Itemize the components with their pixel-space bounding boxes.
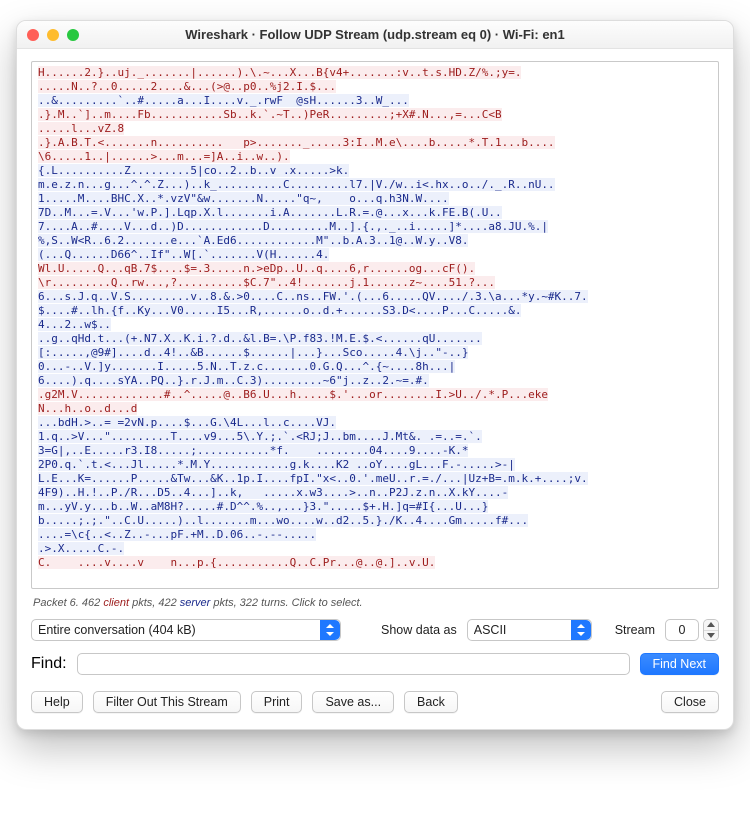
find-next-button[interactable]: Find Next (640, 653, 720, 675)
stream-line[interactable]: m...yV.y...b..W..aM8H?.....#.D^^.%..,...… (38, 500, 488, 513)
show-as-label: Show data as (381, 623, 457, 637)
stream-line[interactable]: .}.A.B.T.<.......n.......... p>......._.… (38, 136, 555, 149)
zoom-icon[interactable] (67, 29, 79, 41)
stream-line[interactable]: b.....;.;."..C.U.....)..l.......m...wo..… (38, 514, 528, 527)
conversation-select-input[interactable]: Entire conversation (404 kB) (31, 619, 341, 641)
status-line: Packet 6. 462 client pkts, 422 server pk… (33, 597, 717, 609)
stream-line[interactable]: 0...-..V.]y.......I.....5.N..T.z.c......… (38, 360, 455, 373)
conversation-select[interactable]: Entire conversation (404 kB) (31, 619, 341, 641)
stream-line[interactable]: 1.q..>V...".........T....v9...5\.Y.;.`.<… (38, 430, 482, 443)
status-mid1: pkts, 422 (129, 597, 180, 609)
stream-line[interactable]: Wl.U.....Q...qB.7$....$=.3.....n.>eDp..U… (38, 262, 475, 275)
stream-value-input[interactable] (665, 619, 699, 641)
find-label: Find: (31, 655, 67, 673)
stream-line[interactable]: {.L..........Z.........5|co..2..b..v .x.… (38, 164, 349, 177)
stream-line[interactable]: ....=\c{..<..Z..-...pF.+M..D.06..-.--...… (38, 528, 316, 541)
show-as-select[interactable]: ASCII (467, 619, 592, 641)
status-client-word: client (103, 597, 129, 609)
status-suffix: pkts, 322 turns. Click to select. (210, 597, 362, 609)
stream-line[interactable]: .....N..?..0.....2....&...(>@..p0..%j2.I… (38, 80, 336, 93)
stream-line[interactable]: 1.....M....BHC.X..*.vzV"&w.......N....."… (38, 192, 449, 205)
back-button[interactable]: Back (404, 691, 458, 713)
filter-out-button[interactable]: Filter Out This Stream (93, 691, 241, 713)
titlebar: Wireshark · Follow UDP Stream (udp.strea… (17, 21, 733, 49)
stream-label: Stream (615, 623, 655, 637)
show-as-select-input[interactable]: ASCII (467, 619, 592, 641)
stream-line[interactable]: ..&.........`..#.....a...I....v._.rwF @s… (38, 94, 409, 107)
stream-line[interactable]: 4...2..w$.. (38, 318, 111, 331)
stream-spin (703, 619, 719, 641)
stream-line[interactable]: 7....A..#....V...d..)D............D.....… (38, 220, 548, 233)
print-button[interactable]: Print (251, 691, 303, 713)
options-row: Entire conversation (404 kB) Show data a… (31, 619, 719, 641)
stream-line[interactable]: 6...s.J.q..V.S.........v..8.&.>0....C..n… (38, 290, 588, 303)
stream-line[interactable]: $....#..lh.{f..Ky...V0.....I5...R,......… (38, 304, 521, 317)
stream-line[interactable]: ..g..qHd.t...(+.N7.X..K.i.?.d..&l.B=.\P.… (38, 332, 482, 345)
stream-line[interactable]: L.E...K=......P.....&Tw...&K..1p.I....fp… (38, 472, 588, 485)
close-icon[interactable] (27, 29, 39, 41)
help-button[interactable]: Help (31, 691, 83, 713)
traffic-lights (27, 29, 79, 41)
save-as-button[interactable]: Save as... (312, 691, 394, 713)
status-prefix: Packet 6. 462 (33, 597, 103, 609)
stream-line[interactable]: 4F9)..H.!..P./R...D5..4...]..k, .....x.w… (38, 486, 508, 499)
stream-line[interactable]: \6.....1..|......>...m...=]A..i..w..). (38, 150, 290, 163)
stream-line[interactable]: H......2.}..uj._.......|......).\.~...X.… (38, 66, 521, 79)
status-server-word: server (180, 597, 211, 609)
stream-stepper[interactable] (665, 619, 719, 641)
content-area: H......2.}..uj._.......|......).\.~...X.… (17, 49, 733, 729)
dialog-window: Wireshark · Follow UDP Stream (udp.strea… (16, 20, 734, 730)
stream-line[interactable]: .}.M..`]..m....Fb...........Sb..k.`.~T..… (38, 108, 502, 121)
find-input[interactable] (77, 653, 630, 675)
find-row: Find: Find Next (31, 653, 719, 675)
stream-line[interactable]: .>.X.....C.-. (38, 542, 124, 555)
stream-line[interactable]: .g2M.V.............#..^.....@..B6.U...h.… (38, 388, 548, 401)
stream-down-button[interactable] (704, 631, 718, 641)
stream-line[interactable]: m.e.z.n...g...^.^.Z...)..k_..........C..… (38, 178, 555, 191)
window-title: Wireshark · Follow UDP Stream (udp.strea… (17, 27, 733, 42)
stream-line[interactable]: C. ....v....v n...p.{...........Q..C.Pr.… (38, 556, 435, 569)
stream-line[interactable]: .....l...vZ.8 (38, 122, 124, 135)
stream-line[interactable]: 7D..M...=.V...'w.P.].Lqp.X.l.......i.A..… (38, 206, 502, 219)
stream-line[interactable]: %,S..W<R..6.2.......e...`A.Ed6..........… (38, 234, 468, 247)
button-row: Help Filter Out This Stream Print Save a… (31, 691, 719, 713)
stream-line[interactable]: (...Q......D66^..If"..W[.`.......V(H....… (38, 248, 329, 261)
stream-line[interactable]: N...h..o..d...d (38, 402, 137, 415)
minimize-icon[interactable] (47, 29, 59, 41)
stream-line[interactable]: 3=G|,..E.....r3.I8.....;...........*f. .… (38, 444, 468, 457)
stream-line[interactable]: 2P0.q.`.t.<...Jl.....*.M.Y............g.… (38, 458, 515, 471)
stream-text[interactable]: H......2.}..uj._.......|......).\.~...X.… (31, 61, 719, 589)
close-button[interactable]: Close (661, 691, 719, 713)
stream-line[interactable]: [:.....,@9#]....d..4!..&B......$......|.… (38, 346, 468, 359)
stream-line[interactable]: ...bdH.>..= =2vN.p....$...G.\4L...l..c..… (38, 416, 336, 429)
stream-line[interactable]: \r.........Q..rw...,?..........$C.7"..4!… (38, 276, 495, 289)
stream-up-button[interactable] (704, 620, 718, 631)
stream-line[interactable]: 6....).q....sYA..PQ..}.r.J.m..C.3)......… (38, 374, 429, 387)
